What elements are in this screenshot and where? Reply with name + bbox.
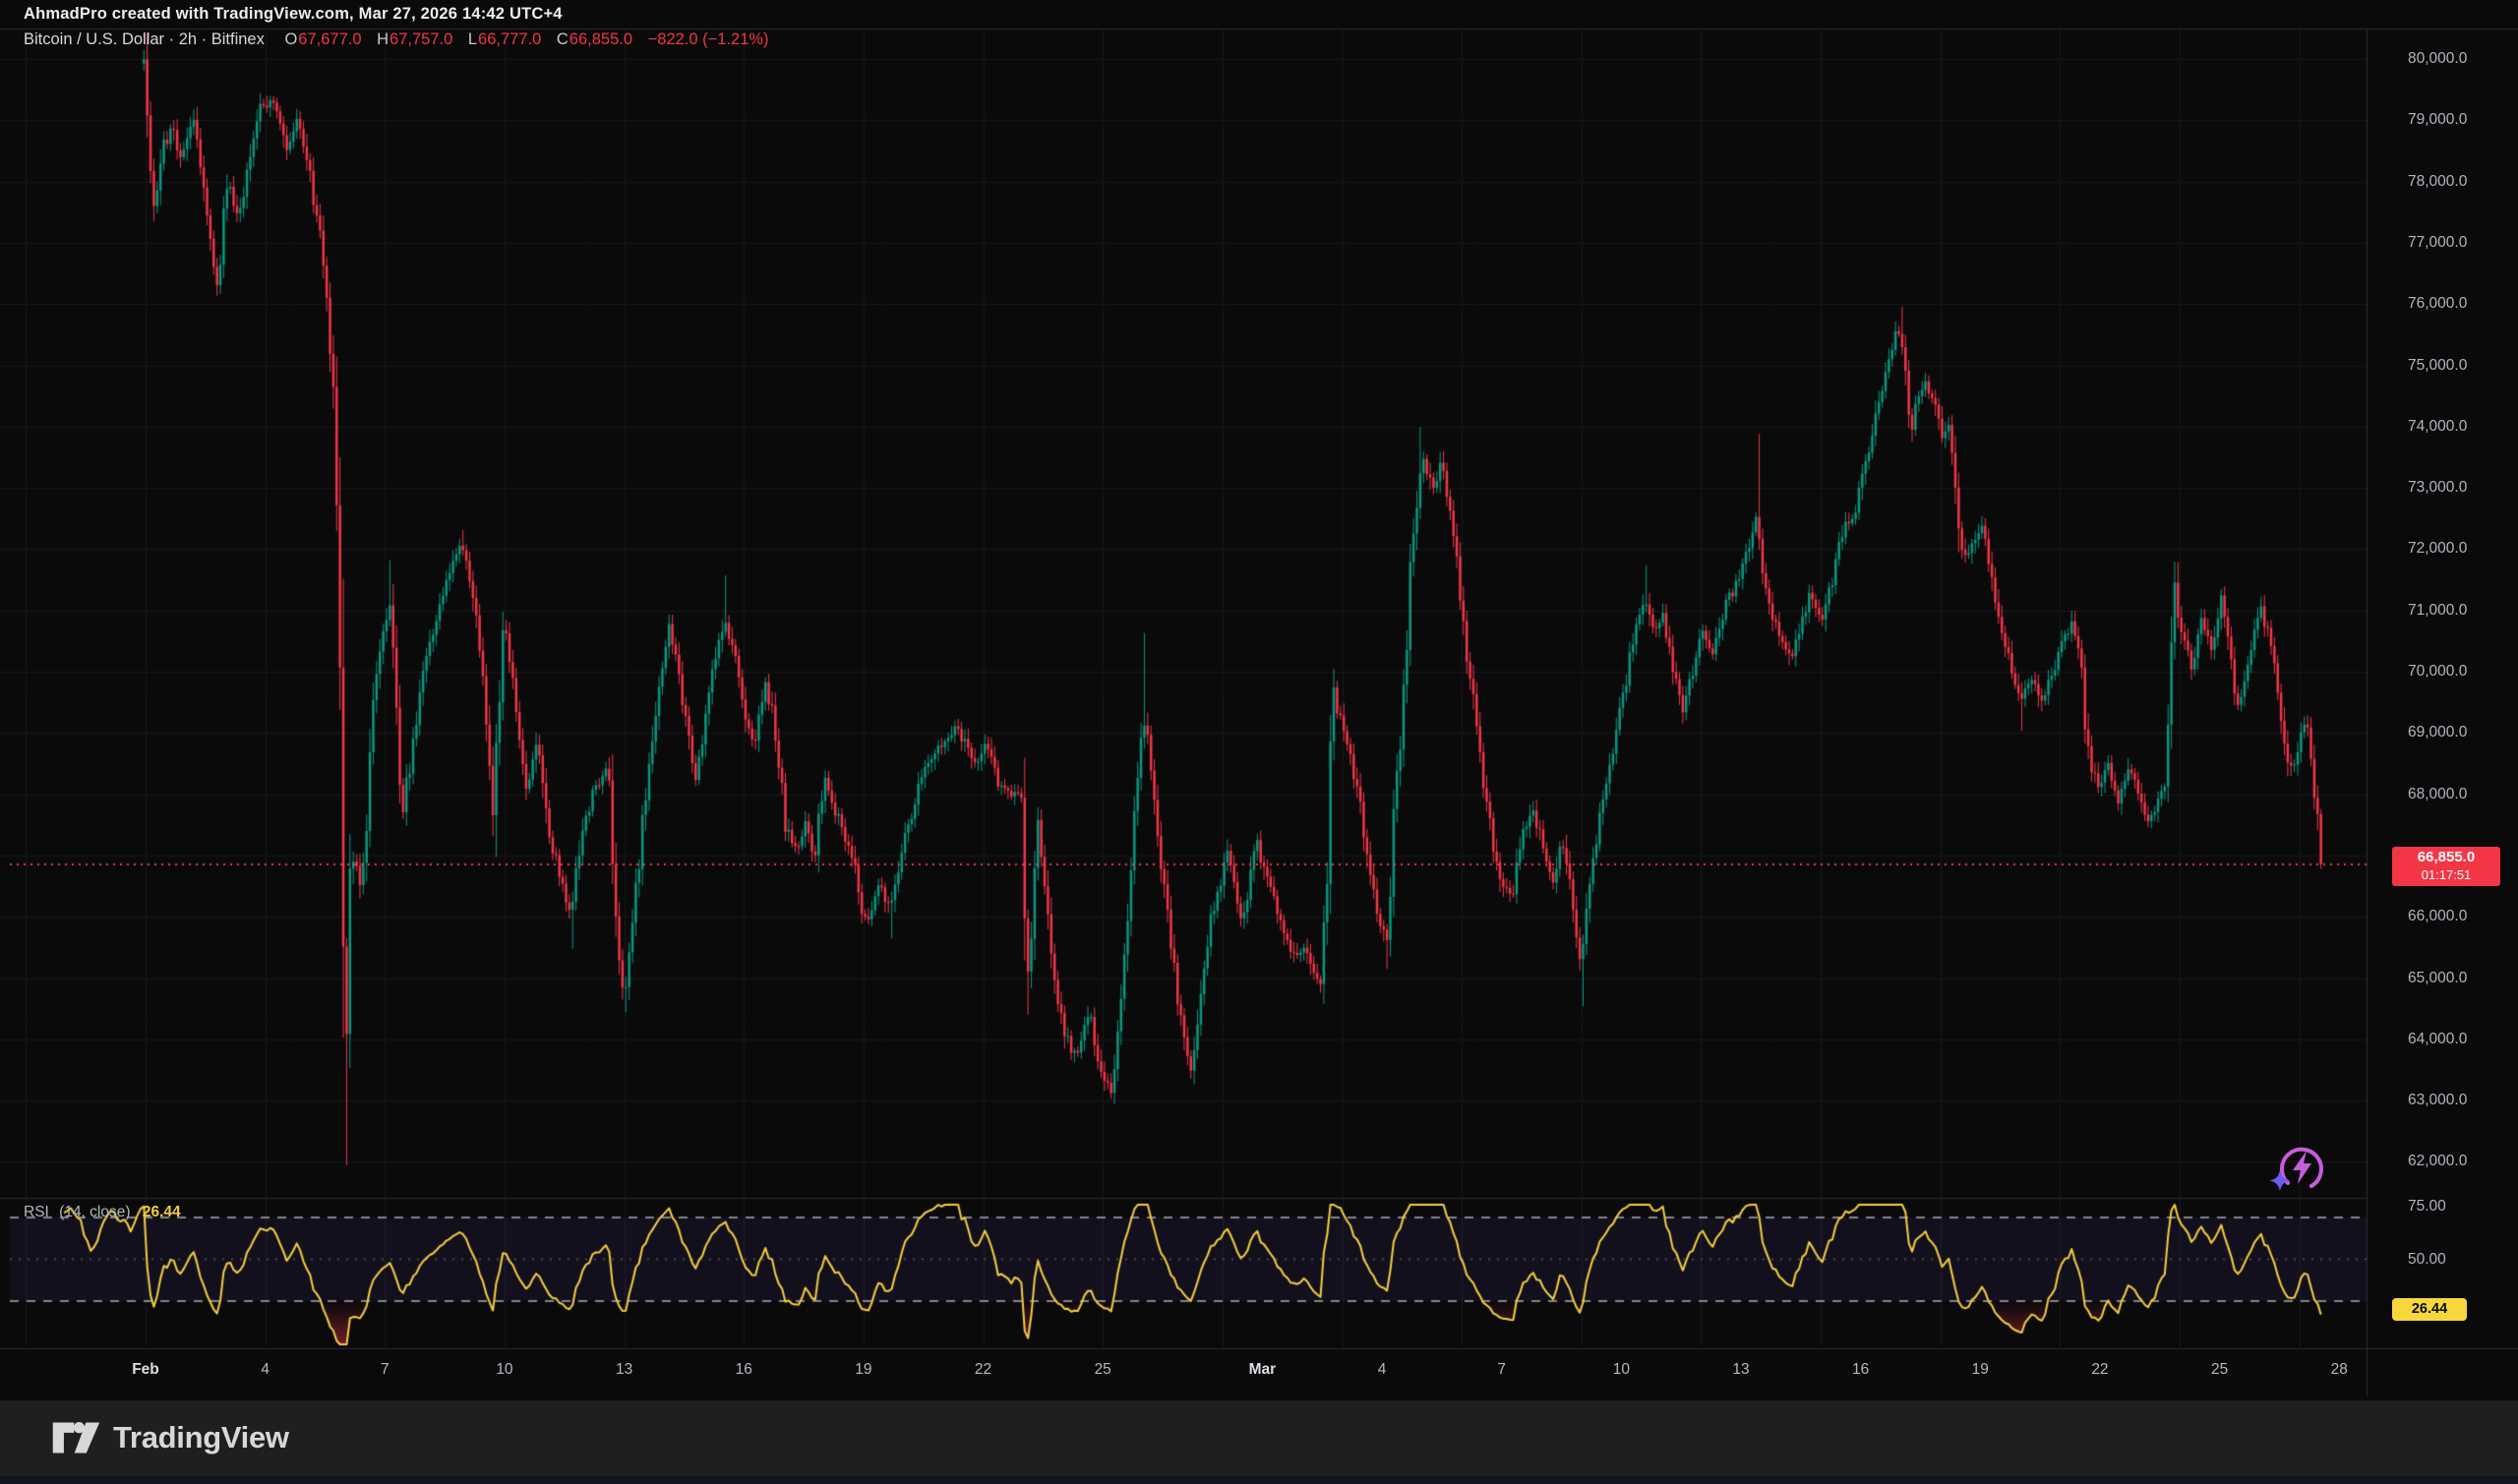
- time-axis-label: 7: [350, 1361, 419, 1379]
- tradingview-logo-mark: [51, 1418, 100, 1457]
- rsi-axis-label: 75.00: [2408, 1197, 2487, 1217]
- time-axis-label: 13: [590, 1361, 659, 1379]
- time-axis-label: 25: [1068, 1361, 1137, 1379]
- price-axis-label: 63,000.0: [2408, 1091, 2512, 1110]
- time-axis-label: 22: [2066, 1361, 2134, 1379]
- ohlc-close: C66,855.0: [557, 30, 643, 48]
- time-axis-label: 7: [1468, 1361, 1536, 1379]
- price-axis-label: 70,000.0: [2408, 662, 2512, 682]
- open-label: O: [284, 30, 297, 48]
- sparkle-glyph: [2270, 1170, 2291, 1191]
- price-axis-label: 65,000.0: [2408, 969, 2512, 988]
- change-value: −822.0 (−1.21%): [648, 30, 769, 48]
- price-axis-label: 72,000.0: [2408, 539, 2512, 559]
- price-axis-label: 69,000.0: [2408, 723, 2512, 742]
- time-axis-label: 25: [2186, 1361, 2254, 1379]
- tradingview-logo[interactable]: TradingView: [51, 1418, 289, 1457]
- time-axis-label: 19: [1946, 1361, 2014, 1379]
- ohlc-open: O67,677.0: [284, 30, 372, 48]
- attribution-text: AhmadPro created with TradingView.com, M…: [24, 5, 563, 24]
- price-axis-label: 62,000.0: [2408, 1152, 2512, 1171]
- time-axis-label: 16: [709, 1361, 778, 1379]
- price-axis-label: 64,000.0: [2408, 1030, 2512, 1049]
- time-axis-label: 16: [1827, 1361, 1895, 1379]
- tradingview-snapshot: AhmadPro created with TradingView.com, M…: [0, 0, 2518, 1484]
- rsi-params: (14, close): [59, 1204, 130, 1220]
- ohlc-low: L66,777.0: [468, 30, 552, 48]
- time-axis-label: 22: [949, 1361, 1018, 1379]
- footer-bar: TradingView: [0, 1400, 2518, 1476]
- time-axis-label: 28: [2305, 1361, 2373, 1379]
- last-price-value: 66,855.0: [2392, 848, 2500, 867]
- time-axis-label: 10: [1587, 1361, 1655, 1379]
- close-label: C: [557, 30, 569, 48]
- high-value: 67,757.0: [390, 30, 452, 48]
- lightning-boost-icon[interactable]: [2266, 1133, 2337, 1204]
- symbol-title[interactable]: Bitcoin / U.S. Dollar · 2h · Bitfinex: [24, 30, 265, 48]
- price-chart-canvas[interactable]: [0, 0, 2518, 1484]
- bottom-accent-strip: [0, 1476, 2518, 1484]
- rsi-axis-label: 50.00: [2408, 1250, 2487, 1270]
- price-axis-label: 78,000.0: [2408, 172, 2512, 192]
- price-axis-label: 75,000.0: [2408, 356, 2512, 376]
- open-value: 67,677.0: [298, 30, 361, 48]
- time-axis-label: Feb: [111, 1361, 180, 1379]
- low-value: 66,777.0: [478, 30, 541, 48]
- tradingview-wordmark: TradingView: [113, 1420, 289, 1455]
- price-axis-label: 71,000.0: [2408, 601, 2512, 621]
- close-value: 66,855.0: [570, 30, 632, 48]
- price-axis-label: 77,000.0: [2408, 233, 2512, 253]
- lightning-bolt-glyph: [2293, 1151, 2311, 1184]
- price-axis-label: 80,000.0: [2408, 49, 2512, 69]
- last-price-badge: 66,855.0 01:17:51: [2392, 847, 2500, 886]
- rsi-indicator-title[interactable]: RSI (14, close) 26.44: [24, 1204, 181, 1221]
- bar-close-countdown: 01:17:51: [2392, 867, 2500, 883]
- price-axis-label: 68,000.0: [2408, 785, 2512, 804]
- time-axis-label: 19: [829, 1361, 898, 1379]
- time-axis-label: 4: [1348, 1361, 1416, 1379]
- time-axis-label: Mar: [1228, 1361, 1296, 1379]
- rsi-value: 26.44: [143, 1204, 181, 1220]
- high-label: H: [377, 30, 389, 48]
- low-label: L: [468, 30, 477, 48]
- symbol-info-row[interactable]: Bitcoin / U.S. Dollar · 2h · Bitfinex O6…: [24, 30, 769, 49]
- ohlc-high: H67,757.0: [377, 30, 463, 48]
- price-axis-label: 76,000.0: [2408, 294, 2512, 314]
- rsi-value-badge: 26.44: [2392, 1298, 2467, 1321]
- time-axis-label: 10: [470, 1361, 539, 1379]
- time-axis-label: 4: [231, 1361, 300, 1379]
- price-axis-label: 66,000.0: [2408, 907, 2512, 926]
- price-axis-label: 79,000.0: [2408, 110, 2512, 130]
- time-axis-label: 13: [1707, 1361, 1775, 1379]
- rsi-label: RSI: [24, 1204, 49, 1220]
- price-axis-label: 73,000.0: [2408, 478, 2512, 498]
- price-axis-label: 74,000.0: [2408, 417, 2512, 437]
